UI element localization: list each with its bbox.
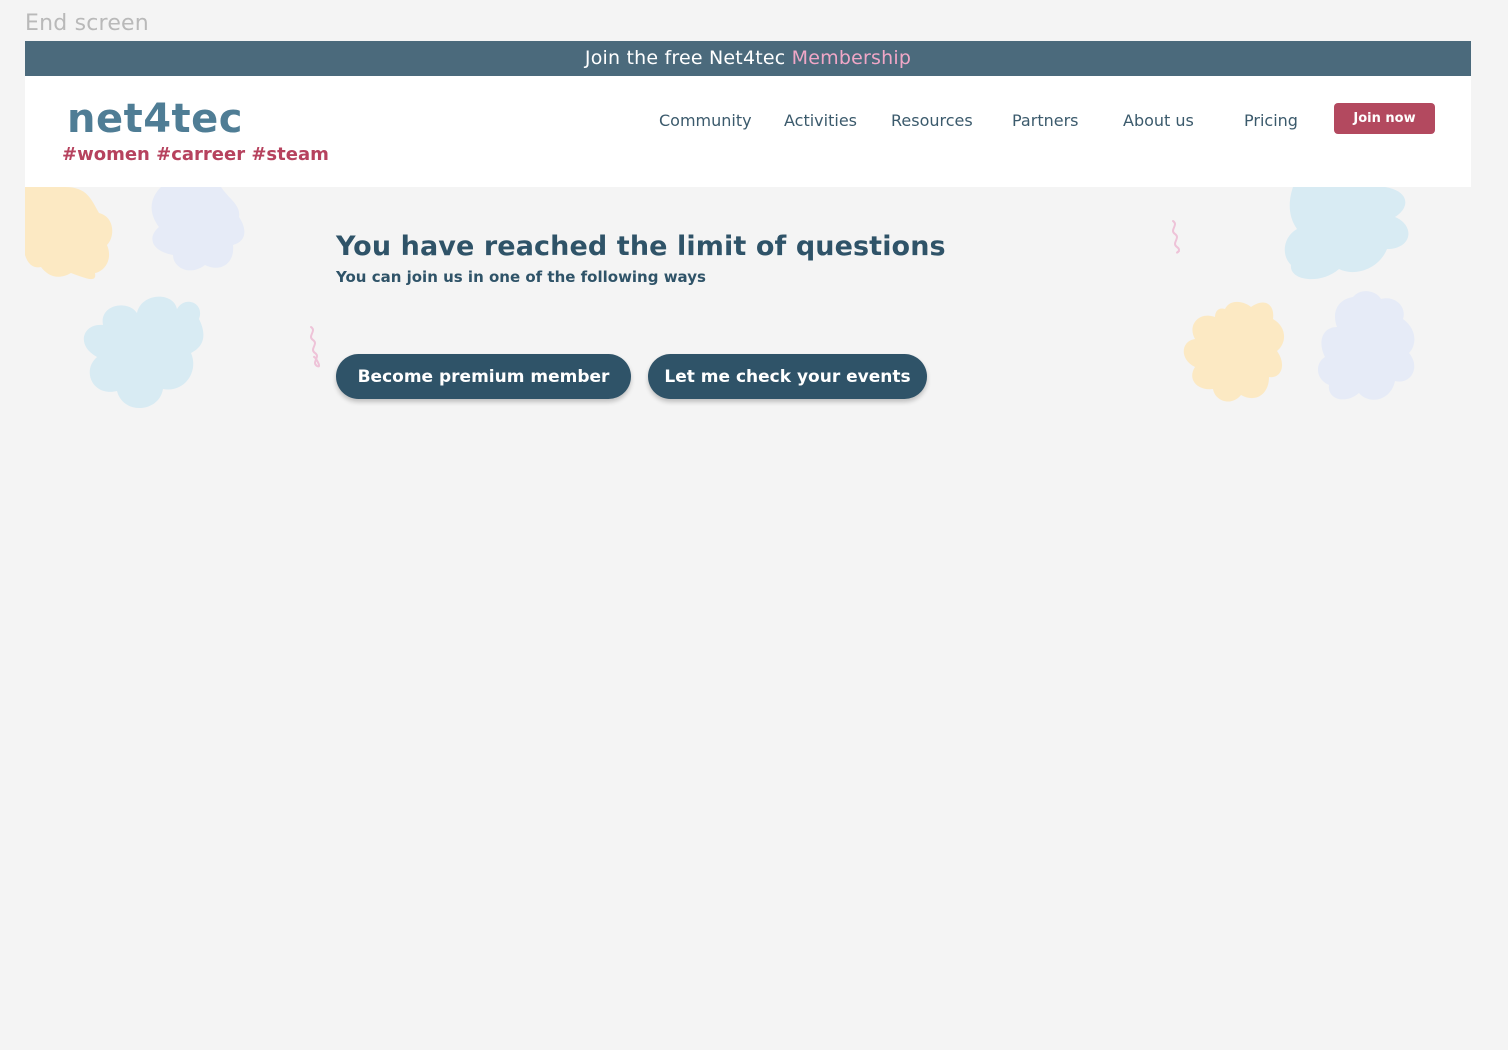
blue-flower-decoration xyxy=(1284,187,1409,280)
nav-item-about-us[interactable]: About us xyxy=(1123,111,1194,130)
limit-message: You have reached the limit of questions … xyxy=(336,231,1136,286)
nav-item-community[interactable]: Community xyxy=(659,111,752,130)
nav-item-partners[interactable]: Partners xyxy=(1012,111,1078,130)
nav-item-activities[interactable]: Activities xyxy=(784,111,857,130)
page-frame: Join the free Net4tec Membership net4tec… xyxy=(25,41,1471,1050)
page-subtitle: You can join us in one of the following … xyxy=(336,268,706,286)
nav-item-pricing[interactable]: Pricing xyxy=(1244,111,1298,130)
join-now-button[interactable]: Join now xyxy=(1334,103,1435,134)
squiggle-decoration xyxy=(1172,220,1180,254)
promo-text: Join the free Net4tec xyxy=(584,47,792,69)
lavender-blob-decoration xyxy=(151,187,245,271)
site-logo[interactable]: net4tec xyxy=(67,96,243,142)
site-tagline: #women #carreer #steam xyxy=(62,144,329,165)
frame-label: End screen xyxy=(25,11,149,36)
lavender-blob-decoration xyxy=(1317,291,1415,400)
membership-link[interactable]: Membership xyxy=(792,47,911,69)
check-events-button[interactable]: Let me check your events xyxy=(648,354,927,399)
top-navigation: net4tec #women #carreer #steam Community… xyxy=(25,76,1471,187)
blue-flower-decoration xyxy=(83,296,204,409)
become-premium-member-button[interactable]: Become premium member xyxy=(336,354,631,399)
join-options: Become premium member Let me check your … xyxy=(336,354,927,399)
page-title: You have reached the limit of questions xyxy=(336,231,946,262)
yellow-blob-decoration xyxy=(1183,301,1285,402)
nav-item-resources[interactable]: Resources xyxy=(891,111,973,130)
yellow-blob-decoration xyxy=(25,187,113,280)
squiggle-decoration xyxy=(310,326,321,368)
membership-promo-banner[interactable]: Join the free Net4tec Membership xyxy=(25,41,1471,76)
